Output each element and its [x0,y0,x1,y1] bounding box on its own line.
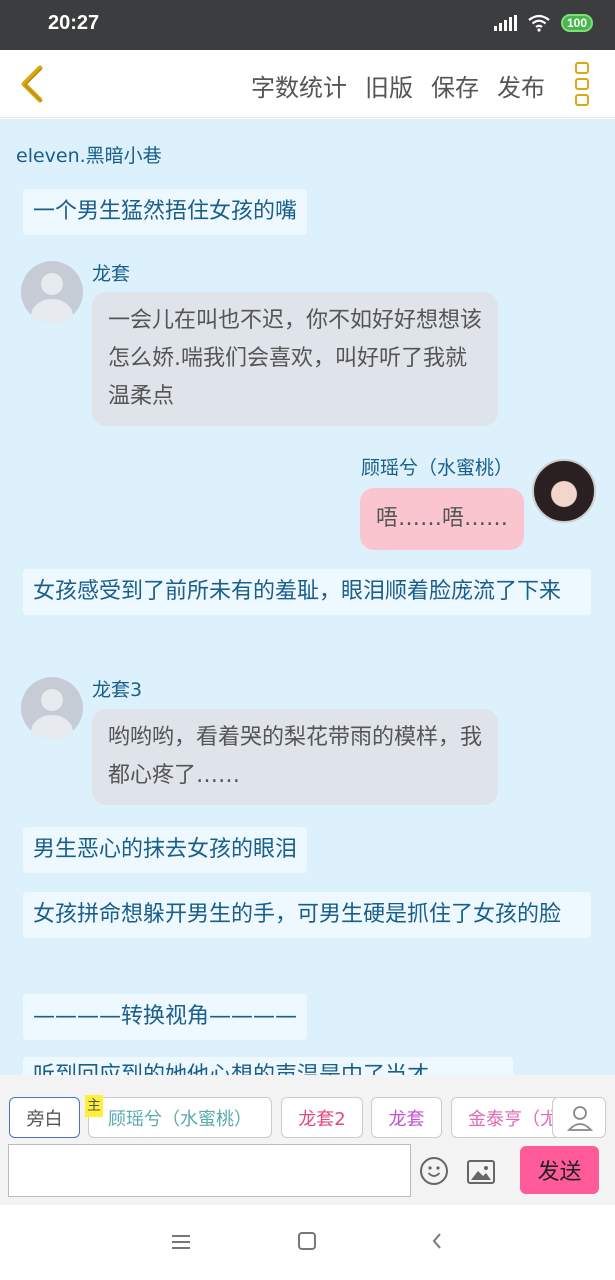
more-menu-icon[interactable] [575,62,591,106]
system-nav-bar [0,1205,615,1280]
narration-bubble[interactable]: 男生恶心的抹去女孩的眼泪 [23,827,308,873]
send-button[interactable]: 发送 [520,1146,599,1194]
narration-bubble[interactable]: ————转换视角———— [23,994,308,1040]
signal-icon [493,15,517,31]
role-chip-narrator[interactable]: 旁白 [9,1097,80,1138]
message-input[interactable] [8,1144,411,1197]
role-chip[interactable]: 金泰亨（尤 [451,1097,561,1138]
narration-bubble[interactable]: 听到回应到的她他心想的声温是中了当才 [23,1057,513,1075]
home-icon[interactable] [298,1232,316,1250]
emoji-icon[interactable] [420,1157,448,1185]
message-bubble[interactable]: 一会儿在叫也不迟，你不如好好想想该怎么娇.喘我们会喜欢，叫好听了我就温柔点 [92,292,498,426]
user-icon[interactable] [552,1097,606,1138]
status-icons: 100 [493,14,593,32]
avatar[interactable] [532,459,596,523]
word-count-button[interactable]: 字数统计 [251,68,347,103]
narrator-name: eleven.黑暗小巷 [16,145,162,167]
toolbar-actions: 字数统计 旧版 保存 发布 [251,68,545,103]
chat-area[interactable]: eleven.黑暗小巷 一个男生猛然捂住女孩的嘴 龙套 一会儿在叫也不迟，你不如… [0,119,615,1075]
status-time: 20:27 [48,12,100,34]
role-chip[interactable]: 龙套 [371,1097,442,1138]
old-version-button[interactable]: 旧版 [365,68,413,103]
composer-panel: 旁白 主 顾瑶兮（水蜜桃） 龙套2 龙套 金泰亨（尤 发送 [0,1075,615,1205]
role-chip[interactable]: 龙套2 [281,1097,363,1138]
save-button[interactable]: 保存 [431,68,479,103]
status-bar: 20:27 100 [0,0,615,50]
narration-bubble[interactable]: 女孩拼命想躲开男生的手，可男生硬是抓住了女孩的脸 [23,892,591,938]
message-bubble[interactable]: 唔……唔…… [359,488,524,550]
battery-icon: 100 [560,14,593,32]
wifi-icon [528,14,550,32]
publish-button[interactable]: 发布 [497,68,545,103]
image-icon[interactable] [467,1160,495,1184]
avatar[interactable] [21,261,83,323]
back-icon[interactable] [432,1233,442,1249]
back-arrow-icon[interactable] [12,62,56,106]
narration-bubble[interactable]: 一个男生猛然捂住女孩的嘴 [23,189,308,235]
message-sender-name: 龙套3 [92,679,143,701]
message-bubble[interactable]: 哟哟哟，看着哭的梨花带雨的模样，我都心疼了…… [92,709,498,805]
top-toolbar: 字数统计 旧版 保存 发布 [0,50,615,118]
role-chip[interactable]: 顾瑶兮（水蜜桃） [88,1097,272,1138]
avatar[interactable] [21,677,83,739]
menu-icon[interactable] [172,1235,190,1249]
master-badge: 主 [85,1095,103,1117]
narration-bubble[interactable]: 女孩感受到了前所未有的羞耻，眼泪顺着脸庞流了下来 [23,569,591,615]
message-sender-name: 顾瑶兮（水蜜桃） [361,457,514,479]
message-sender-name: 龙套 [92,263,131,285]
